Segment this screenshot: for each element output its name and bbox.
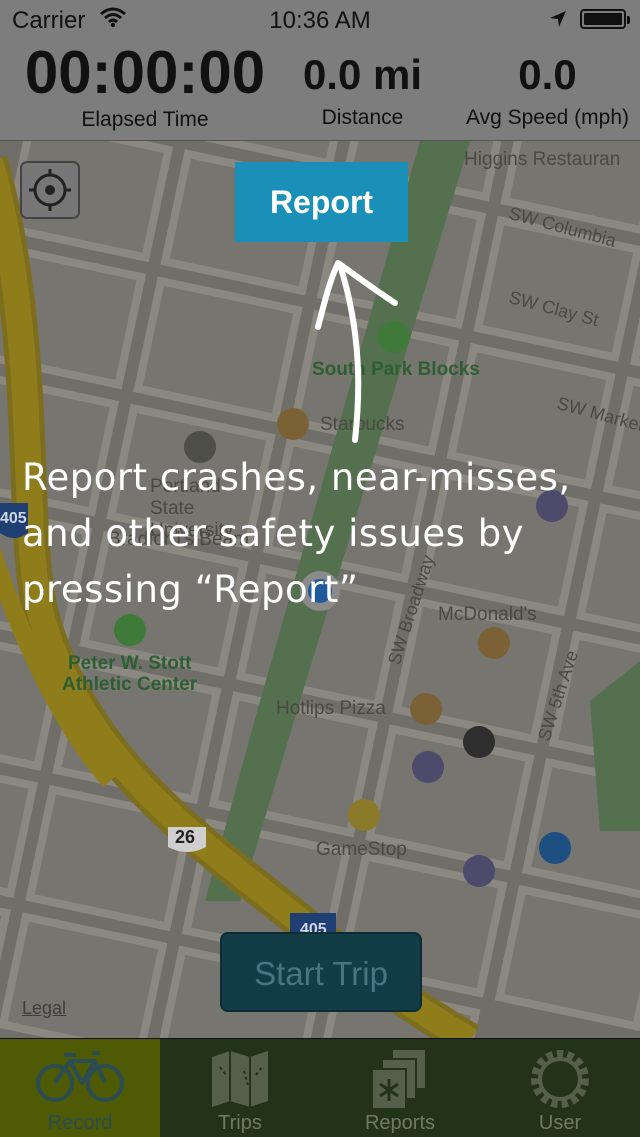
tab-reports[interactable]: Reports (320, 1039, 480, 1137)
legal-link[interactable]: Legal (22, 998, 66, 1019)
map-label-stott-center-line2: Athletic Center (62, 674, 198, 695)
tab-record[interactable]: Record (0, 1039, 160, 1137)
start-trip-button[interactable]: Start Trip (220, 932, 422, 1012)
crosshair-icon (29, 169, 71, 211)
map-label-gamestop: GameStop (316, 839, 407, 860)
report-hint-text: Report crashes, near-misses, and other s… (22, 456, 571, 611)
status-bar: Carrier 10:36 AM (0, 0, 640, 40)
trip-stats: 00:00:00 Elapsed Time 0.0 mi Distance 0.… (0, 40, 640, 141)
clock: 10:36 AM (269, 7, 371, 34)
avg-speed-stat: 0.0 Avg Speed (mph) (455, 40, 640, 130)
distance-value: 0.0 mi (302, 51, 423, 98)
distance-stat: 0.0 mi Distance (290, 40, 435, 130)
map-label-higgins: Higgins Restauran (464, 149, 621, 170)
tab-trips-label: Trips (218, 1112, 262, 1134)
tab-bar: Record Trips Reports User (0, 1038, 640, 1137)
elapsed-time-value: 00:00:00 (24, 39, 266, 106)
location-arrow-icon (548, 8, 568, 36)
tab-user-label: User (538, 1112, 582, 1134)
distance-label: Distance (321, 106, 404, 129)
gear-icon (531, 1050, 589, 1108)
report-button[interactable]: Report (235, 162, 408, 242)
reports-icon (371, 1048, 427, 1110)
tab-record-label: Record (47, 1112, 113, 1134)
hint-arrow-icon (315, 260, 398, 443)
elapsed-time-stat: 00:00:00 Elapsed Time (10, 40, 280, 132)
map-label-hotlips-pizza: Hotlips Pizza (276, 698, 386, 719)
map-icon (212, 1051, 268, 1107)
tab-trips[interactable]: Trips (160, 1039, 320, 1137)
battery-icon (580, 9, 630, 29)
shield-label-26: 26 (175, 827, 196, 847)
bicycle-icon (36, 1051, 124, 1102)
locate-me-button[interactable] (20, 161, 80, 219)
tab-user[interactable]: User (480, 1039, 640, 1137)
map-label-stott-center-line1: Peter W. Stott (68, 653, 192, 674)
avg-speed-label: Avg Speed (mph) (465, 106, 630, 129)
tab-reports-label: Reports (364, 1112, 436, 1134)
avg-speed-value: 0.0 (518, 51, 577, 98)
elapsed-time-label: Elapsed Time (81, 108, 209, 131)
